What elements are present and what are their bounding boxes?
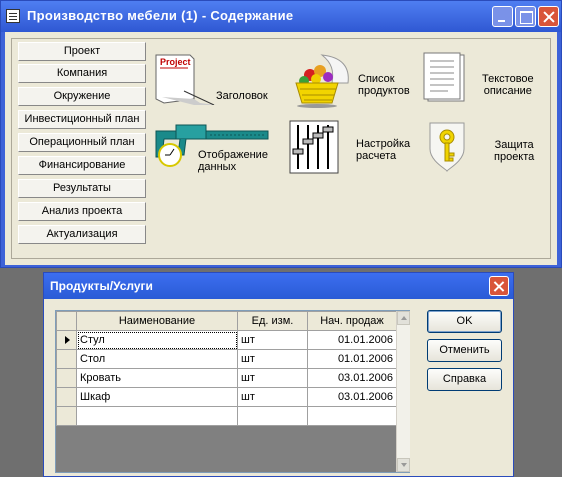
grid-vertical-scrollbar[interactable] xyxy=(396,311,410,472)
cell-name[interactable] xyxy=(76,406,238,426)
main-window-title: Производство мебели (1) - Содержание xyxy=(27,8,294,23)
nav-company-button[interactable]: Компания xyxy=(18,64,146,83)
cell-start-date[interactable]: 03.01.2006 xyxy=(307,368,397,388)
main-titlebar[interactable]: Производство мебели (1) - Содержание xyxy=(1,1,561,32)
text-document-icon xyxy=(423,52,465,102)
cancel-button[interactable]: Отменить xyxy=(427,339,502,362)
nav-project-analysis-button[interactable]: Анализ проекта xyxy=(18,202,146,221)
tile-text-description[interactable]: Текстовое описание xyxy=(422,51,534,107)
project-icon-text: Project xyxy=(160,57,191,67)
dialog-title: Продукты/Услуги xyxy=(50,279,153,293)
sliders-icon xyxy=(289,120,339,174)
column-header-unit[interactable]: Ед. изм. xyxy=(237,311,308,331)
key-shield-icon xyxy=(429,122,465,173)
table-row[interactable]: Стол шт 01.01.2006 xyxy=(56,349,397,369)
tile-product-list-label: Список продуктов xyxy=(358,73,410,97)
cell-start-date[interactable]: 03.01.2006 xyxy=(307,387,397,407)
tile-data-display-label: Отображение данных xyxy=(198,149,268,173)
cell-unit[interactable] xyxy=(237,406,308,426)
table-row[interactable]: Кровать шт 03.01.2006 xyxy=(56,368,397,388)
cell-name[interactable]: Шкаф xyxy=(76,387,238,407)
ok-button[interactable]: OK xyxy=(427,310,502,333)
tile-title-label: Заголовок xyxy=(216,90,268,102)
dialog-close-button[interactable] xyxy=(489,276,509,296)
table-header-row: Наименование Ед. изм. Нач. продаж xyxy=(56,311,397,331)
cell-unit[interactable]: шт xyxy=(237,330,308,350)
tile-text-description-label: Текстовое описание xyxy=(482,73,534,97)
column-header-name[interactable]: Наименование xyxy=(76,311,238,331)
cell-name[interactable]: Стол xyxy=(76,349,238,369)
tile-title[interactable]: Project Заголовок xyxy=(154,53,268,105)
tile-product-list[interactable]: Список продуктов xyxy=(292,53,410,109)
nav-project-button[interactable]: Проект xyxy=(18,42,146,61)
nav-financing-button[interactable]: Финансирование xyxy=(18,156,146,175)
main-client-area: Проект Компания Окружение Инвестиционный… xyxy=(5,32,557,265)
row-indicator[interactable] xyxy=(56,349,77,369)
row-indicator[interactable] xyxy=(56,406,77,426)
cell-name[interactable]: Кровать xyxy=(76,368,238,388)
nav-investment-plan-button[interactable]: Инвестиционный план xyxy=(18,110,146,129)
help-button[interactable]: Справка xyxy=(427,368,502,391)
products-dialog: Продукты/Услуги Наименование Ед. изм. На… xyxy=(43,272,514,477)
cell-unit[interactable]: шт xyxy=(237,349,308,369)
app-list-icon[interactable] xyxy=(6,9,20,23)
tile-calc-settings[interactable]: Настройка расчета xyxy=(288,119,410,175)
dialog-titlebar[interactable]: Продукты/Услуги xyxy=(44,273,513,299)
table-row[interactable]: Стул шт 01.01.2006 xyxy=(56,330,397,350)
table-row-new[interactable] xyxy=(56,406,397,426)
cell-start-date[interactable]: 01.01.2006 xyxy=(307,349,397,369)
current-row-arrow-icon xyxy=(65,336,70,344)
cell-start-date[interactable] xyxy=(307,406,397,426)
nav-actualization-button[interactable]: Актуализация xyxy=(18,225,146,244)
cell-unit[interactable]: шт xyxy=(237,368,308,388)
scroll-down-arrow-icon[interactable] xyxy=(397,458,410,472)
cell-name[interactable]: Стул xyxy=(76,330,238,350)
fruit-basket-icon xyxy=(295,54,349,108)
cell-start-date[interactable]: 01.01.2006 xyxy=(307,330,397,350)
content-panel: Проект Компания Окружение Инвестиционный… xyxy=(11,38,551,259)
main-window: Производство мебели (1) - Содержание Про… xyxy=(0,0,562,268)
close-button[interactable] xyxy=(538,6,559,27)
maximize-button[interactable] xyxy=(515,6,536,27)
cell-unit[interactable]: шт xyxy=(237,387,308,407)
tile-calc-settings-label: Настройка расчета xyxy=(356,138,411,162)
table-row[interactable]: Шкаф шт 03.01.2006 xyxy=(56,387,397,407)
tile-project-protection[interactable]: Защита проекта xyxy=(424,119,534,175)
row-indicator[interactable] xyxy=(56,387,77,407)
tile-project-protection-label: Защита проекта xyxy=(494,139,535,163)
nav-results-button[interactable]: Результаты xyxy=(18,179,146,198)
products-grid[interactable]: Наименование Ед. изм. Нач. продаж Стул ш… xyxy=(55,310,410,473)
row-indicator[interactable] xyxy=(56,368,77,388)
minimize-button[interactable] xyxy=(492,6,513,27)
row-indicator-header xyxy=(56,311,77,331)
nav-operating-plan-button[interactable]: Операционный план xyxy=(18,133,146,152)
products-table: Наименование Ед. изм. Нач. продаж Стул ш… xyxy=(56,311,397,426)
nav-environment-button[interactable]: Окружение xyxy=(18,87,146,106)
column-header-start-date[interactable]: Нач. продаж xyxy=(307,311,397,331)
row-indicator[interactable] xyxy=(56,330,77,350)
project-document-icon: Project xyxy=(155,54,216,105)
scroll-up-arrow-icon[interactable] xyxy=(397,311,410,325)
